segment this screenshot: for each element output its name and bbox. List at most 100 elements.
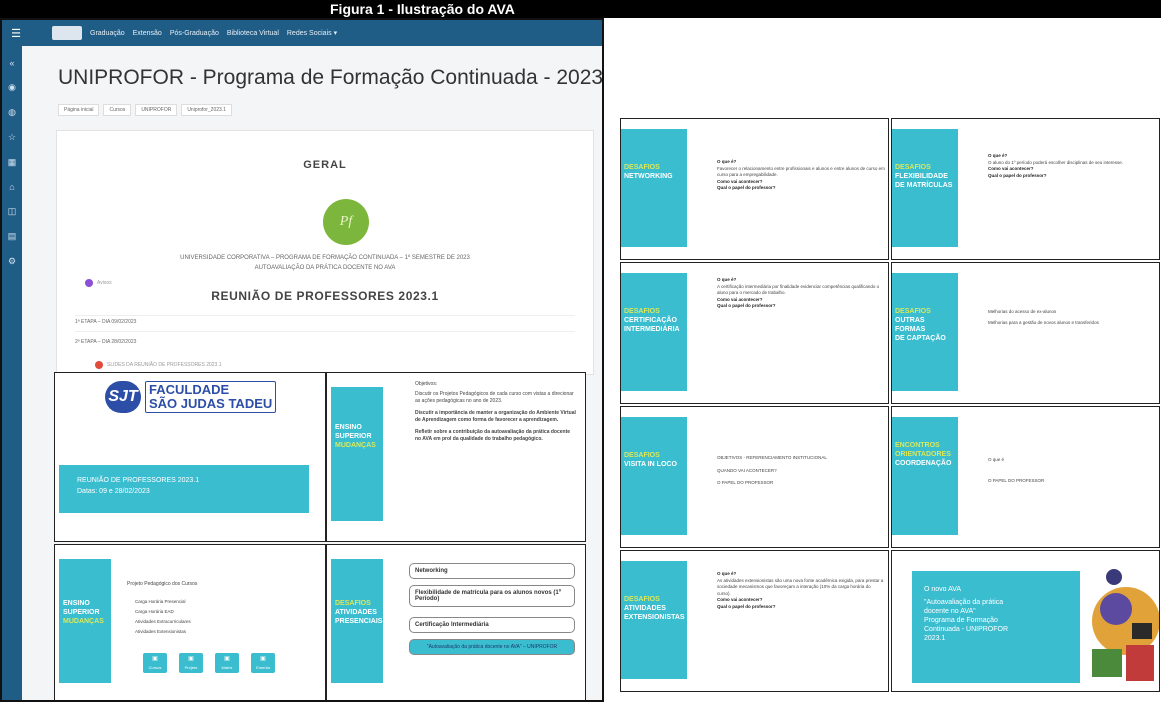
course-icon[interactable]: ◍ <box>8 107 16 118</box>
slide-panel: DESAFIOS ATIVIDADES EXTENSIONISTAS <box>621 561 687 679</box>
list-item: Atividades Extensionistas <box>135 629 187 634</box>
slide-text: O que é? O aluno do 1º período poderá es… <box>988 153 1156 179</box>
slide-objetivos: ENSINO SUPERIOR MUDANÇAS Objetivos: Disc… <box>326 372 586 542</box>
panel-line-3: DE MATRÍCULAS <box>895 182 953 189</box>
flexibilidade-pill[interactable]: Flexibilidade de matrícula para os aluno… <box>409 585 575 607</box>
screen-shape <box>1132 623 1152 639</box>
divider <box>75 331 575 332</box>
answer-1: Favorecer o relacionamento entre profiss… <box>717 165 885 178</box>
menu-icon[interactable]: ☰ <box>8 27 24 40</box>
cursos-button[interactable]: ▣ Cursos <box>143 653 167 673</box>
autoavaliacao-pill[interactable]: "Autoavaliação da prática docente no AVA… <box>409 639 575 655</box>
final-line-1: O novo AVA <box>924 586 962 593</box>
etapa-2: 2ª ETAPA – DIA 28/02/2023 <box>75 339 137 345</box>
panel-line-2: ATIVIDADES <box>624 605 666 612</box>
breadcrumb-cursos[interactable]: Cursos <box>103 104 132 116</box>
nav-extensao[interactable]: Extensão <box>133 30 162 37</box>
slides-label: SLIDES DA REUNIÃO DE PROFESSORES 2023.1 <box>107 362 222 368</box>
purple-circle <box>1100 593 1132 625</box>
slide-text: O que é? As atividades extensionistas sã… <box>717 571 885 610</box>
panel-line-3: MUDANÇAS <box>63 618 104 625</box>
avisos-link[interactable]: Avisos <box>85 279 112 287</box>
meeting-box-title: REUNIÃO DE PROFESSORES 2023.1 <box>77 477 200 484</box>
cursos-label: Cursos <box>148 665 162 670</box>
objective-2: Discutir a importância de manter a organ… <box>415 410 576 423</box>
university-line-1: UNIVERSIDADE CORPORATIVA – PROGRAMA DE F… <box>180 255 470 261</box>
sjt-mark: SJT <box>105 381 141 413</box>
slide-panel: ENCONTROS ORIENTADORES COORDENAÇÃO <box>892 417 958 535</box>
figure-caption: Figura 1 - Ilustração do AVA <box>330 1 515 17</box>
panel-line-1: DESAFIOS <box>624 452 660 459</box>
question-2: Como vai acontecer? <box>988 166 1034 171</box>
slide-panel: ENSINO SUPERIOR MUDANÇAS <box>59 559 111 683</box>
ava-screenshot: ☰ Graduação Extensão Pós-Graduação Bibli… <box>0 18 604 702</box>
slide-panel: DESAFIOS FLEXIBILIDADE DE MATRÍCULAS <box>892 129 958 247</box>
panel-line-1: DESAFIOS <box>335 600 371 607</box>
question-1: O que é? <box>988 153 1008 158</box>
question-1: O que é? <box>717 571 737 576</box>
slide-text: OBJETIVOS - REFERENCIAMENTO INSTITUCIONA… <box>717 455 885 487</box>
final-line-2: "Autoavaliação da prática <box>924 599 1004 606</box>
nav-pos-graduacao[interactable]: Pós-Graduação <box>170 30 219 37</box>
panel-line-1: ENSINO <box>63 600 90 607</box>
person-icon <box>1106 569 1122 585</box>
slide-faculdade: SJT FACULDADE SÃO JUDAS TADEU REUNIÃO DE… <box>54 372 326 542</box>
meeting-box: REUNIÃO DE PROFESSORES 2023.1 Datas: 09 … <box>59 465 309 513</box>
list-item: Carga Horária Presencial <box>135 599 186 604</box>
question-2: Como vai acontecer? <box>717 296 763 302</box>
bullet-1: OBJETIVOS - REFERENCIAMENTO INSTITUCIONA… <box>717 455 827 460</box>
objective-3: Refletir sobre a contribuição da autoava… <box>415 429 571 442</box>
meeting-box-dates: Datas: 09 e 28/02/2023 <box>77 488 150 495</box>
breadcrumb-home[interactable]: Página inicial <box>58 104 100 116</box>
panel-line-3: PRESENCIAIS <box>335 618 383 625</box>
slide-text: O que é O PAPEL DO PROFESSOR <box>988 457 1156 484</box>
slide-panel: ENSINO SUPERIOR MUDANÇAS <box>331 387 383 521</box>
ementa-button[interactable]: ▣ Ementa <box>251 653 275 673</box>
geral-section: GERAL Pf UNIVERSIDADE CORPORATIVA – PROG… <box>56 130 594 375</box>
projeto-button[interactable]: ▣ Projeto <box>179 653 203 673</box>
logo-line-1: FACULDADE <box>149 382 230 397</box>
divider <box>75 315 575 316</box>
slide-panel: DESAFIOS OUTRAS FORMAS DE CAPTAÇÃO <box>892 273 958 391</box>
matriz-button[interactable]: ▣ Matriz <box>215 653 239 673</box>
nav-redes-sociais[interactable]: Redes Sociais ▾ <box>287 29 337 37</box>
slide-panel: DESAFIOS NETWORKING <box>621 129 687 247</box>
dashboard-icon[interactable]: ◉ <box>8 82 16 93</box>
slide-text: O que é? Favorecer o relacionamento entr… <box>717 159 885 192</box>
pdf-icon <box>95 361 103 369</box>
certificacao-pill[interactable]: Certificação Intermediária <box>409 617 575 633</box>
grid-icon[interactable]: ▦ <box>8 157 17 168</box>
panel-line-1: DESAFIOS <box>624 164 660 171</box>
logo-line-2: SÃO JUDAS TADEU <box>149 396 273 411</box>
calendar-icon[interactable]: ◫ <box>8 206 17 217</box>
slide-encontros: ENCONTROS ORIENTADORES COORDENAÇÃO O que… <box>891 406 1160 548</box>
faculdade-logo: SJT FACULDADE SÃO JUDAS TADEU <box>105 381 277 413</box>
slide-visita: DESAFIOS VISITA IN LOCO OBJETIVOS - REFE… <box>620 406 889 548</box>
projeto-label: Projeto <box>184 665 198 670</box>
matriz-label: Matriz <box>221 665 233 670</box>
bullet-1: O que é <box>988 457 1005 462</box>
home-icon[interactable]: ⌂ <box>9 182 14 192</box>
institution-logo[interactable] <box>52 26 82 40</box>
panel-line-3: INTERMEDIÁRIA <box>624 326 680 333</box>
nav-graduacao[interactable]: Graduação <box>90 30 125 37</box>
nav-biblioteca[interactable]: Biblioteca Virtual <box>227 30 279 37</box>
file-icon[interactable]: ▤ <box>8 231 17 242</box>
chevron-icon[interactable]: « <box>9 58 14 68</box>
breadcrumb-uniprofor[interactable]: UNIPROFOR <box>135 104 178 116</box>
slides-link[interactable]: SLIDES DA REUNIÃO DE PROFESSORES 2023.1 <box>95 361 222 369</box>
panel-line-2: SUPERIOR <box>335 433 372 440</box>
panel-line-1: ENSINO <box>335 424 362 431</box>
final-slide-box: O novo AVA "Autoavaliação da prática doc… <box>912 571 1080 683</box>
ementa-label: Ementa <box>256 665 270 670</box>
breadcrumb-course[interactable]: Uniprofor_2023.1 <box>181 104 232 116</box>
projeto-heading: Projeto Pedagógico dos Cursos <box>127 581 198 587</box>
question-3: Qual o papel do professor? <box>988 172 1047 178</box>
slide-desafios: DESAFIOS ATIVIDADES PRESENCIAIS Networki… <box>326 544 586 700</box>
settings-icon[interactable]: ⚙ <box>8 256 16 267</box>
star-icon[interactable]: ☆ <box>8 132 16 143</box>
page-title: UNIPROFOR - Programa de Formação Continu… <box>58 66 604 89</box>
panel-line-1: DESAFIOS <box>895 308 931 315</box>
networking-pill[interactable]: Networking <box>409 563 575 579</box>
bullet-2: Melhorias para a gestão de novos alunos … <box>988 319 1099 325</box>
